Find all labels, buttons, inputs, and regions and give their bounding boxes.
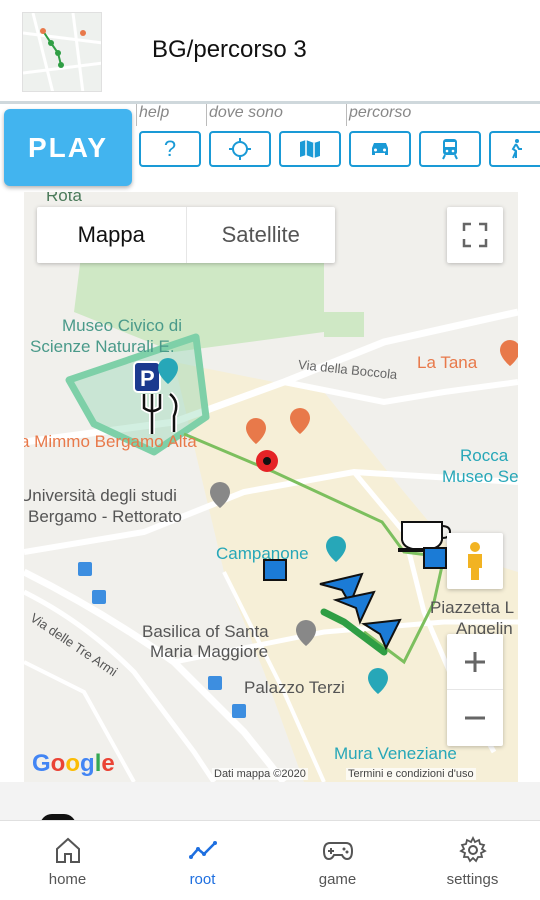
map-markers: P xyxy=(78,340,518,718)
home-icon xyxy=(55,837,80,863)
zoom-out-button[interactable] xyxy=(447,690,503,746)
nav-root-label: root xyxy=(189,871,216,888)
play-button[interactable]: PLAY xyxy=(4,109,132,186)
svg-text:P: P xyxy=(140,366,155,391)
category-dove-sono: dove sono xyxy=(209,104,283,121)
pegman-icon xyxy=(468,542,482,580)
map-button[interactable] xyxy=(279,131,341,167)
bus-stop-icon xyxy=(78,562,246,718)
train-icon xyxy=(442,139,458,160)
nav-settings-label: settings xyxy=(446,871,499,888)
fullscreen-button[interactable] xyxy=(447,207,503,263)
landmark-poi-icon xyxy=(158,358,388,694)
walk-button[interactable] xyxy=(489,131,540,167)
gamepad-icon xyxy=(322,842,353,861)
category-percorso: percorso xyxy=(349,104,412,121)
map-attribution: Dati mappa ©2020 xyxy=(212,768,308,780)
category-separator xyxy=(136,104,137,126)
train-button[interactable] xyxy=(419,131,481,167)
street-view-button[interactable] xyxy=(447,533,503,589)
square-marker-icon xyxy=(263,559,287,581)
zoom-control xyxy=(447,634,503,746)
plus-icon xyxy=(465,651,485,672)
nav-game-label: game xyxy=(318,871,357,888)
category-help: help xyxy=(139,104,170,121)
target-marker-icon xyxy=(256,450,278,472)
car-button[interactable] xyxy=(349,131,411,167)
app-header: BG/percorso 3 xyxy=(0,0,540,102)
bottom-navigation: home root game settings xyxy=(0,820,540,900)
nav-settings[interactable]: settings xyxy=(405,821,540,900)
route-icon xyxy=(188,841,217,859)
zoom-in-button[interactable] xyxy=(447,634,503,690)
help-button[interactable]: ? xyxy=(139,131,201,167)
nav-home[interactable]: home xyxy=(0,821,135,900)
question-icon: ? xyxy=(163,136,177,161)
category-separator xyxy=(206,104,207,126)
bottom-sheet-strip xyxy=(0,782,540,826)
map-type-satellite-button[interactable]: Satellite xyxy=(185,207,336,263)
map-icon xyxy=(300,140,320,158)
locate-button[interactable] xyxy=(209,131,271,167)
minus-icon xyxy=(465,716,485,720)
restaurant-marker-icon xyxy=(141,391,180,434)
walk-icon xyxy=(511,139,522,159)
category-separator xyxy=(346,104,347,126)
square-marker-icon xyxy=(423,547,447,569)
route-thumbnail[interactable] xyxy=(22,12,102,92)
nav-home-label: home xyxy=(48,871,87,888)
map-terms-link[interactable]: Termini e condizioni d'uso xyxy=(346,768,476,780)
fullscreen-icon xyxy=(462,222,488,248)
map-type-map-button[interactable]: Mappa xyxy=(37,207,186,263)
page-title: BG/percorso 3 xyxy=(152,36,307,63)
nav-game[interactable]: game xyxy=(270,821,405,900)
nav-root[interactable]: root xyxy=(135,821,270,900)
map-view[interactable]: Rota Museo Civico di Scienze Naturali E.… xyxy=(24,192,518,782)
map-type-control: Mappa Satellite xyxy=(37,207,335,263)
locate-icon xyxy=(229,138,251,160)
parking-marker-icon: P xyxy=(133,361,161,393)
navigation-arrow-icon xyxy=(319,572,402,651)
food-poi-icon xyxy=(246,340,518,444)
google-logo: Google xyxy=(32,750,115,777)
car-icon xyxy=(372,143,388,155)
gear-icon xyxy=(458,835,487,863)
